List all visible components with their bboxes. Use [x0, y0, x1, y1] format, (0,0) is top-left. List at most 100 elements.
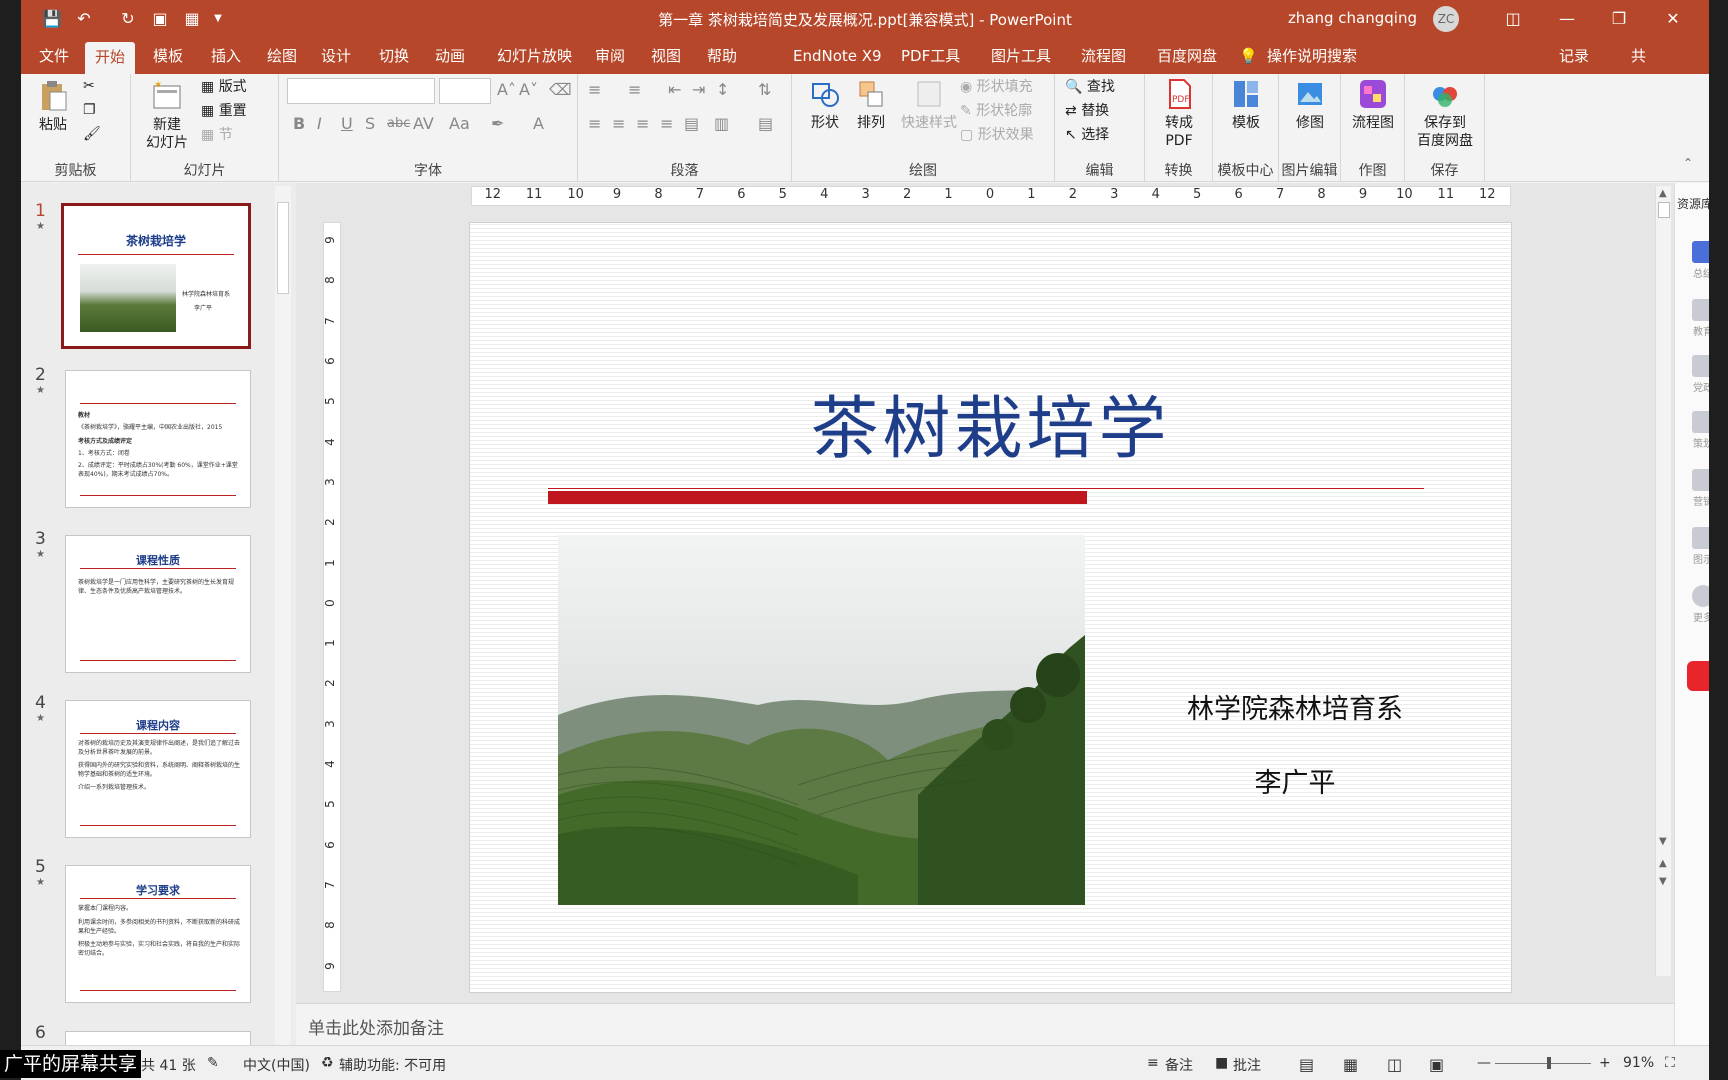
slide-title[interactable]: 茶树栽培学 — [470, 373, 1511, 472]
slide-subtitle-author[interactable]: 李广平 — [1130, 761, 1460, 800]
thumbnail-slide-3[interactable]: 课程性质 茶树栽培学是一门应用性科学，主要研究茶树的生长发育规律、生态条件及优质… — [65, 535, 251, 673]
zoom-level[interactable]: 91% — [1623, 1055, 1654, 1071]
resource-marketing[interactable]: 营销 — [1675, 469, 1709, 508]
avatar[interactable]: ZC — [1433, 6, 1459, 32]
text-direction-icon[interactable]: ⇅ — [758, 80, 771, 99]
save-baidu-button[interactable]: 保存到 百度网盘 — [1409, 78, 1481, 150]
align-center-icon[interactable]: ≡ — [612, 114, 625, 133]
scrollbar-thumb[interactable] — [1658, 202, 1670, 218]
thumbnail-slide-5[interactable]: 学习要求 掌握本门课程内容。 利用课余时间，多参阅相关的书刊资料，不断获取新的科… — [65, 865, 251, 1003]
next-slide-icon[interactable]: ▼ — [1659, 876, 1667, 887]
bullets-icon[interactable]: ≡ — [588, 80, 601, 99]
clear-format-icon[interactable]: ⌫ — [549, 80, 572, 99]
paste-button[interactable]: 粘贴 — [33, 80, 73, 134]
tab-animations[interactable]: 动画 — [425, 38, 475, 74]
tea-plantation-photo[interactable] — [558, 535, 1085, 905]
thumbnail-slide-2[interactable]: 教材 《茶树栽培学》，骆耀平主编，中国农业出版社，2015 考核方式及成绩评定 … — [65, 370, 251, 508]
align-right-icon[interactable]: ≡ — [636, 114, 649, 133]
align-left-icon[interactable]: ≡ — [588, 114, 601, 133]
change-case-icon[interactable]: Aa — [449, 114, 470, 133]
thumbnail-slide-4[interactable]: 课程内容 对茶树的栽培历史及其演变规律作出阐述，是我们追了解过去及分析世界茶叶发… — [65, 700, 251, 838]
zoom-out-icon[interactable]: — — [1477, 1055, 1491, 1071]
accessibility-status[interactable]: 辅助功能: 不可用 — [339, 1055, 446, 1075]
quick-styles-button[interactable]: 快速样式 — [896, 78, 962, 132]
arrange-button[interactable]: 排列 — [848, 78, 894, 132]
replace-button[interactable]: ⇄ 替换 — [1065, 100, 1109, 120]
thumbnail-slide-1[interactable]: 茶树栽培学 林学院森林培育系 李广平 — [61, 203, 251, 349]
cut-icon[interactable]: ✂ — [83, 78, 95, 94]
resource-party[interactable]: 党政 — [1675, 355, 1709, 394]
tab-endnote[interactable]: EndNote X9 — [783, 38, 892, 74]
shape-outline-button[interactable]: ✎ 形状轮廓 — [960, 100, 1032, 120]
notes-pane[interactable]: 单击此处添加备注 — [296, 1003, 1674, 1045]
tab-help[interactable]: 帮助 — [697, 38, 747, 74]
tab-draw[interactable]: 绘图 — [257, 38, 307, 74]
select-button[interactable]: ↖ 选择 — [1065, 124, 1109, 144]
tab-view[interactable]: 视图 — [641, 38, 691, 74]
previous-slide-icon[interactable]: ▲ — [1659, 858, 1667, 869]
shape-fill-button[interactable]: ◉ 形状填充 — [960, 76, 1033, 96]
tab-review[interactable]: 审阅 — [585, 38, 635, 74]
language-indicator[interactable]: 中文(中国) — [243, 1055, 310, 1075]
notes-toggle[interactable]: 备注 — [1165, 1055, 1193, 1075]
align-text-icon[interactable]: ▤ — [758, 114, 773, 133]
new-slide-button[interactable]: ✶ 新建 幻灯片 — [137, 80, 197, 152]
zoom-slider[interactable] — [1495, 1063, 1591, 1064]
thumbnails-scrollbar[interactable] — [275, 186, 291, 1046]
format-painter-icon[interactable]: 🖌 — [83, 126, 101, 142]
reset-button[interactable]: ▦ 重置 — [201, 100, 247, 120]
scrollbar-thumb[interactable] — [277, 202, 289, 294]
spellcheck-icon[interactable]: ✎ — [207, 1055, 219, 1071]
resource-more[interactable]: 更多 — [1675, 585, 1709, 624]
columns-icon[interactable]: ▥ — [714, 114, 729, 133]
highlight-icon[interactable]: ✒ — [491, 114, 504, 133]
shadow-icon[interactable]: S — [365, 114, 375, 133]
justify-icon[interactable]: ≡ — [660, 114, 673, 133]
section-button[interactable]: ▦ 节 — [201, 124, 233, 144]
distribute-icon[interactable]: ▤ — [684, 114, 699, 133]
tab-insert[interactable]: 插入 — [201, 38, 251, 74]
share-button[interactable]: 共 — [1631, 38, 1646, 74]
zoom-in-icon[interactable]: + — [1599, 1055, 1611, 1071]
red-packet-icon[interactable] — [1687, 661, 1709, 691]
line-spacing-icon[interactable]: ↕ — [716, 80, 729, 99]
resource-education[interactable]: 教育 — [1675, 299, 1709, 338]
font-name-combo[interactable] — [287, 78, 435, 104]
char-spacing-icon[interactable]: AV — [413, 114, 434, 133]
tab-picture-tools[interactable]: 图片工具 — [981, 38, 1061, 74]
tab-design[interactable]: 设计 — [311, 38, 361, 74]
retouch-button[interactable]: 修图 — [1283, 78, 1337, 132]
close-icon[interactable]: ✕ — [1659, 6, 1687, 32]
slide-subtitle-department[interactable]: 林学院森林培育系 — [1130, 687, 1460, 726]
shrink-font-icon[interactable]: A˅ — [519, 80, 538, 99]
font-color-icon[interactable]: A — [533, 114, 544, 133]
tab-slideshow[interactable]: 幻灯片放映 — [487, 38, 582, 74]
shapes-button[interactable]: 形状 — [800, 78, 850, 132]
record-button[interactable]: 记录 — [1559, 38, 1589, 74]
zoom-slider-thumb[interactable] — [1547, 1057, 1551, 1069]
resource-planning[interactable]: 策划 — [1675, 411, 1709, 450]
copy-icon[interactable]: ❐ — [83, 102, 96, 118]
grow-font-icon[interactable]: A˄ — [497, 80, 516, 99]
ribbon-display-icon[interactable]: ◫ — [1499, 6, 1527, 32]
layout-button[interactable]: ▦ 版式 — [201, 76, 247, 96]
resource-diagram[interactable]: 图示 — [1675, 527, 1709, 566]
underline-icon[interactable]: U — [341, 114, 353, 133]
scroll-down-icon[interactable]: ▼ — [1659, 836, 1667, 847]
tab-file[interactable]: 文件 — [29, 38, 79, 74]
font-size-combo[interactable] — [439, 78, 491, 104]
numbering-icon[interactable]: ≡ — [628, 80, 641, 99]
comments-toggle[interactable]: 批注 — [1233, 1055, 1261, 1075]
template-button[interactable]: 模板 — [1219, 78, 1273, 132]
tab-baidu[interactable]: 百度网盘 — [1147, 38, 1227, 74]
increase-indent-icon[interactable]: ⇥ — [692, 80, 705, 99]
minimize-icon[interactable]: — — [1553, 6, 1581, 32]
slide-sorter-icon[interactable]: ▦ — [1343, 1055, 1358, 1074]
tab-transitions[interactable]: 切换 — [369, 38, 419, 74]
decrease-indent-icon[interactable]: ⇤ — [668, 80, 681, 99]
restore-icon[interactable]: ❐ — [1605, 6, 1633, 32]
tab-template[interactable]: 模板 — [143, 38, 193, 74]
reading-view-icon[interactable]: ◫ — [1387, 1055, 1402, 1074]
strikethrough-icon[interactable]: abc — [387, 116, 410, 131]
flowchart-button[interactable]: 流程图 — [1345, 78, 1401, 132]
